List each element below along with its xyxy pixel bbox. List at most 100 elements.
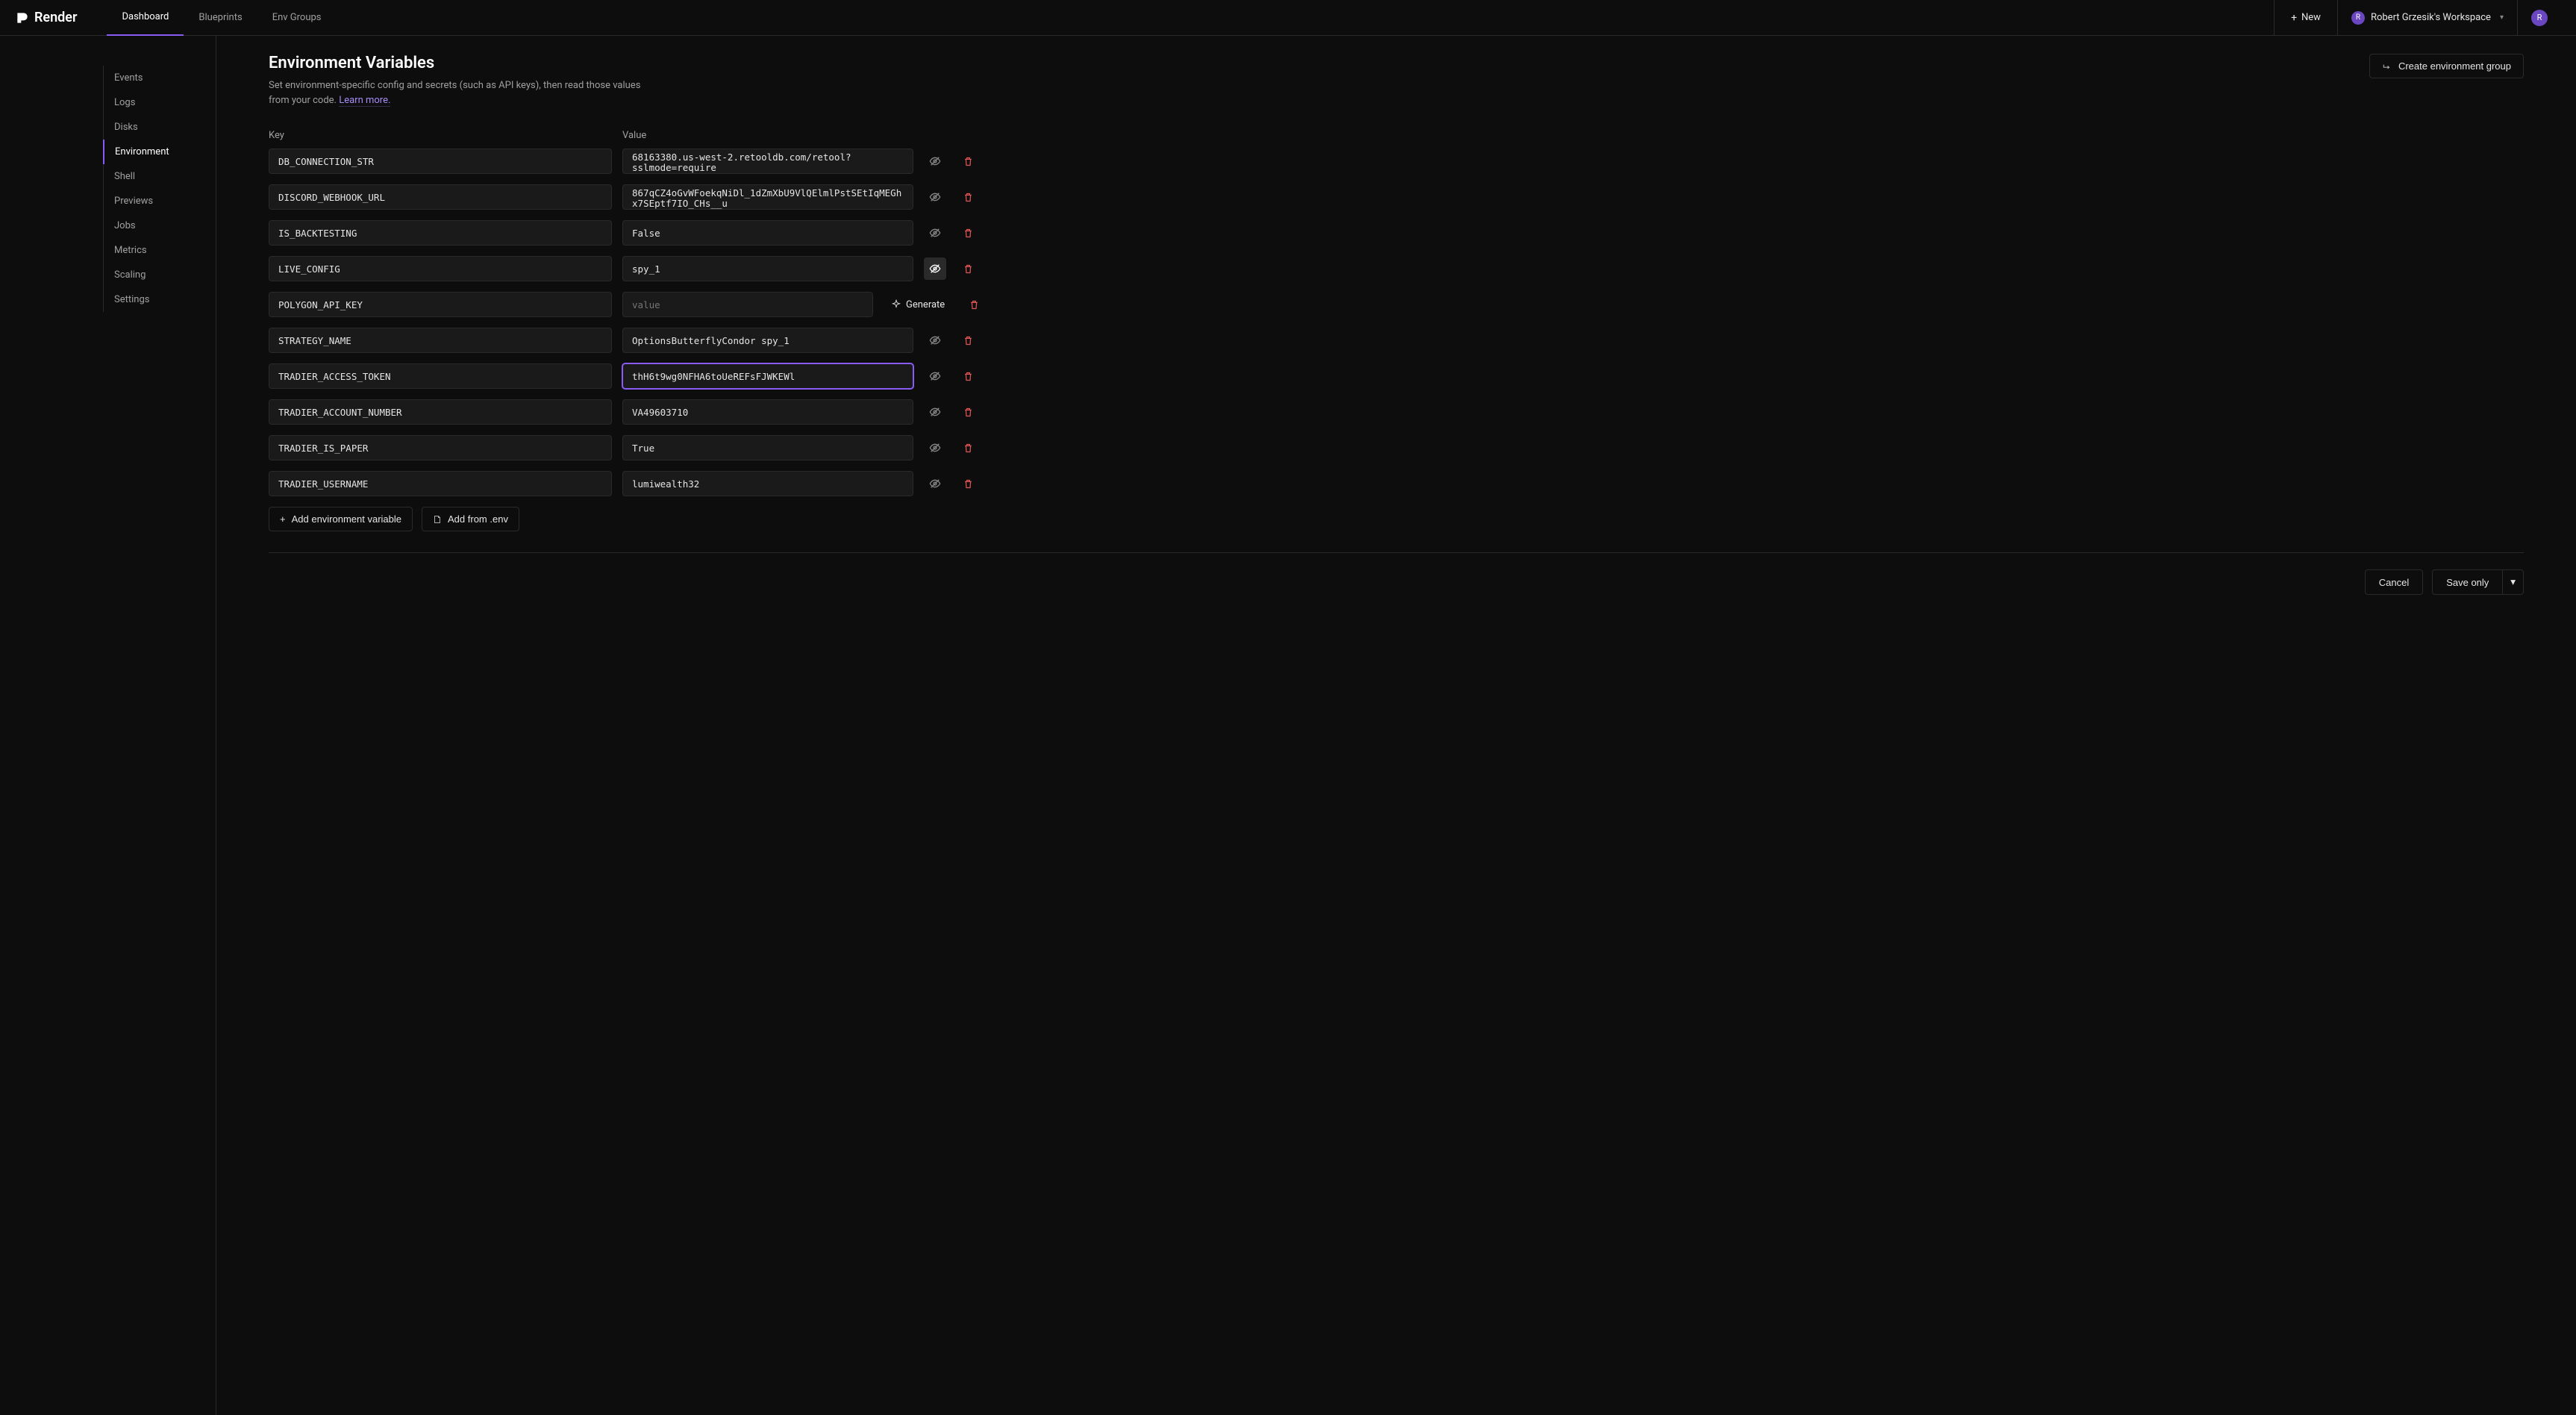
eye-off-icon bbox=[929, 191, 941, 203]
env-value-input[interactable] bbox=[622, 471, 913, 496]
toggle-visibility-button[interactable] bbox=[924, 472, 946, 495]
toggle-visibility-button[interactable] bbox=[924, 365, 946, 387]
user-avatar: R bbox=[2531, 10, 2548, 26]
trash-icon bbox=[963, 192, 974, 203]
delete-row-button[interactable] bbox=[957, 472, 979, 495]
nav-env-groups[interactable]: Env Groups bbox=[257, 0, 337, 36]
toggle-visibility-button[interactable] bbox=[924, 257, 946, 280]
new-button[interactable]: + New bbox=[2274, 0, 2337, 35]
sidebar-item-previews[interactable]: Previews bbox=[104, 189, 216, 213]
env-value-input[interactable] bbox=[622, 149, 913, 174]
eye-off-icon bbox=[929, 442, 941, 454]
nav-links: Dashboard Blueprints Env Groups bbox=[107, 0, 336, 36]
env-value-input[interactable] bbox=[622, 363, 913, 389]
env-value-input[interactable] bbox=[622, 292, 873, 317]
nav-blueprints[interactable]: Blueprints bbox=[184, 0, 257, 36]
add-env-var-button[interactable]: + Add environment variable bbox=[269, 507, 413, 531]
toggle-visibility-button[interactable] bbox=[924, 329, 946, 352]
logo[interactable]: Render bbox=[15, 10, 77, 25]
sparkle-icon bbox=[891, 299, 901, 310]
delete-row-button[interactable] bbox=[957, 257, 979, 280]
sidebar-item-metrics[interactable]: Metrics bbox=[104, 238, 216, 263]
eye-off-icon bbox=[929, 478, 941, 490]
env-key-input[interactable] bbox=[269, 149, 612, 174]
env-key-input[interactable] bbox=[269, 256, 612, 281]
create-env-group-button[interactable]: Create environment group bbox=[2369, 54, 2524, 78]
env-value-input[interactable] bbox=[622, 220, 913, 246]
sidebar-item-settings[interactable]: Settings bbox=[104, 287, 216, 312]
sidebar-item-logs[interactable]: Logs bbox=[104, 90, 216, 115]
env-value-input[interactable] bbox=[622, 256, 913, 281]
new-label: New bbox=[2301, 12, 2321, 23]
trash-icon bbox=[963, 478, 974, 490]
delete-row-button[interactable] bbox=[957, 186, 979, 208]
delete-row-button[interactable] bbox=[957, 329, 979, 352]
cancel-button[interactable]: Cancel bbox=[2365, 569, 2423, 595]
workspace-label: Robert Grzesik's Workspace bbox=[2371, 12, 2491, 23]
sidebar-item-environment[interactable]: Environment bbox=[103, 140, 216, 164]
delete-row-button[interactable] bbox=[957, 222, 979, 244]
workspace-switcher[interactable]: R Robert Grzesik's Workspace ▾ bbox=[2337, 0, 2517, 35]
delete-row-button[interactable] bbox=[957, 365, 979, 387]
chevron-down-icon: ▾ bbox=[2510, 576, 2516, 587]
env-key-input[interactable] bbox=[269, 292, 612, 317]
generate-button[interactable]: Generate bbox=[884, 295, 952, 315]
save-dropdown-button[interactable]: ▾ bbox=[2503, 569, 2524, 595]
sidebar-item-disks[interactable]: Disks bbox=[104, 115, 216, 140]
env-key-input[interactable] bbox=[269, 328, 612, 353]
save-button[interactable]: Save only bbox=[2432, 569, 2503, 595]
eye-off-icon bbox=[929, 334, 941, 346]
sidebar-item-jobs[interactable]: Jobs bbox=[104, 213, 216, 238]
env-var-row bbox=[269, 328, 2524, 353]
toggle-visibility-button[interactable] bbox=[924, 186, 946, 208]
render-logo-icon bbox=[15, 10, 30, 25]
workspace-avatar: R bbox=[2351, 11, 2365, 25]
env-var-row bbox=[269, 471, 2524, 496]
add-from-dotenv-button[interactable]: Add from .env bbox=[422, 507, 519, 531]
delete-row-button[interactable] bbox=[957, 437, 979, 459]
plus-icon: + bbox=[2291, 12, 2297, 24]
trash-icon bbox=[963, 371, 974, 382]
env-key-input[interactable] bbox=[269, 220, 612, 246]
env-key-input[interactable] bbox=[269, 435, 612, 460]
delete-row-button[interactable] bbox=[957, 401, 979, 423]
sidebar: Events Logs Disks Environment Shell Prev… bbox=[0, 36, 216, 1415]
sidebar-item-events[interactable]: Events bbox=[104, 66, 216, 90]
page-title: Environment Variables bbox=[269, 54, 657, 72]
topbar-right: + New R Robert Grzesik's Workspace ▾ R bbox=[2274, 0, 2561, 35]
env-var-row bbox=[269, 256, 2524, 281]
delete-row-button[interactable] bbox=[963, 293, 985, 316]
toggle-visibility-button[interactable] bbox=[924, 401, 946, 423]
eye-off-icon bbox=[929, 370, 941, 382]
env-key-input[interactable] bbox=[269, 471, 612, 496]
env-key-input[interactable] bbox=[269, 184, 612, 210]
env-var-row bbox=[269, 220, 2524, 246]
sidebar-item-shell[interactable]: Shell bbox=[104, 164, 216, 189]
user-menu[interactable]: R bbox=[2517, 0, 2561, 35]
page-subtitle: Set environment-specific config and secr… bbox=[269, 78, 657, 107]
env-value-input[interactable] bbox=[622, 435, 913, 460]
brand-name: Render bbox=[34, 10, 77, 25]
main-content: Environment Variables Set environment-sp… bbox=[216, 36, 2576, 1415]
toggle-visibility-button[interactable] bbox=[924, 437, 946, 459]
env-key-input[interactable] bbox=[269, 363, 612, 389]
env-value-input[interactable] bbox=[622, 184, 913, 210]
env-value-input[interactable] bbox=[622, 328, 913, 353]
env-var-row: Generate bbox=[269, 292, 2524, 317]
eye-off-icon bbox=[929, 227, 941, 239]
sidebar-item-scaling[interactable]: Scaling bbox=[104, 263, 216, 287]
nav-dashboard[interactable]: Dashboard bbox=[107, 0, 184, 36]
env-var-row bbox=[269, 399, 2524, 425]
toggle-visibility-button[interactable] bbox=[924, 222, 946, 244]
topbar: Render Dashboard Blueprints Env Groups +… bbox=[0, 0, 2576, 36]
plus-icon: + bbox=[280, 513, 286, 525]
env-value-input[interactable] bbox=[622, 399, 913, 425]
toggle-visibility-button[interactable] bbox=[924, 150, 946, 172]
divider bbox=[269, 552, 2524, 553]
learn-more-link[interactable]: Learn more. bbox=[339, 95, 390, 107]
env-key-input[interactable] bbox=[269, 399, 612, 425]
trash-icon bbox=[963, 228, 974, 239]
delete-row-button[interactable] bbox=[957, 150, 979, 172]
column-header-value: Value bbox=[622, 130, 2524, 141]
trash-icon bbox=[969, 299, 980, 310]
